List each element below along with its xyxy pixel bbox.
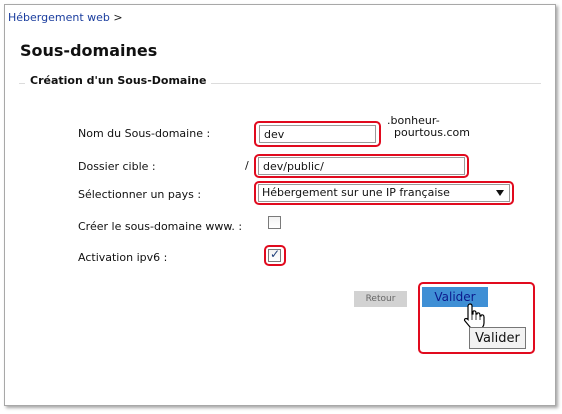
back-button[interactable]: Retour	[354, 291, 407, 307]
subdomain-input[interactable]	[259, 125, 376, 143]
caret-down-icon	[496, 190, 504, 196]
domain-suffix: .bonheur- pourtous.com	[387, 115, 470, 139]
breadcrumb-link-hebergement-web[interactable]: Hébergement web	[8, 11, 110, 24]
page-title: Sous-domaines	[20, 41, 158, 60]
target-folder-input[interactable]	[258, 157, 465, 175]
domain-suffix-line2: pourtous.com	[394, 126, 470, 139]
ipv6-label: Activation ipv6 :	[78, 251, 168, 264]
breadcrumb-separator: >	[113, 11, 123, 24]
www-checkbox[interactable]	[268, 216, 281, 229]
ipv6-checkbox[interactable]: ✓	[268, 247, 281, 262]
country-select[interactable]: Hébergement sur une IP française	[258, 184, 510, 202]
target-folder-prefix: /	[245, 159, 249, 172]
section-title: Création d'un Sous-Domaine	[25, 74, 212, 87]
target-folder-label: Dossier cible :	[78, 160, 156, 173]
www-label: Créer le sous-domaine www. :	[78, 220, 243, 233]
country-select-value: Hébergement sur une IP française	[262, 186, 450, 199]
country-label: Sélectionner un pays :	[78, 188, 202, 201]
checkmark-icon: ✓	[270, 247, 281, 261]
submit-tooltip: Valider	[469, 327, 526, 349]
breadcrumb: Hébergement web >	[8, 11, 123, 24]
subdomain-label: Nom du Sous-domaine :	[78, 127, 211, 140]
